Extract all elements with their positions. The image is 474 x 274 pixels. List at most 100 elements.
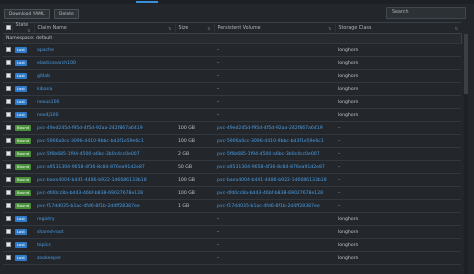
claim-name-link[interactable]: pvc-49ed245d-f95d-4f5d-92aa-242f867a6419 [37, 126, 143, 131]
row-select-cell[interactable] [3, 56, 12, 70]
table-row[interactable]: Lost neo4j100 – longhorn [3, 108, 461, 122]
state-cell: Lost [12, 56, 34, 70]
claim-name-link[interactable]: zookeeper [37, 256, 61, 261]
persistent-volume-cell[interactable]: pvc-49ed245d-f95d-4f5d-92aa-242f867a6419 [214, 121, 335, 135]
table-row[interactable]: Lost shared-root – longhorn [3, 225, 461, 239]
row-checkbox[interactable] [6, 60, 11, 65]
claim-name-link[interactable]: apache [37, 48, 54, 53]
row-select-cell[interactable] [3, 238, 12, 252]
table-row[interactable]: Lost zookeeper – longhorn [3, 251, 461, 265]
active-tab-indicator [136, 1, 158, 3]
row-select-cell[interactable] [3, 108, 12, 122]
row-select-cell[interactable] [3, 160, 12, 174]
row-select-cell[interactable] [3, 43, 12, 57]
row-checkbox[interactable] [6, 112, 11, 117]
row-select-cell[interactable] [3, 251, 12, 265]
claim-name-link[interactable]: topics [37, 243, 51, 248]
row-select-cell[interactable] [3, 95, 12, 109]
table-row[interactable]: Bound pvc-5906a0cc-3096-4410-9bbc-bd3f1e5… [3, 134, 461, 148]
table-row[interactable]: Bound pvc-5f6b685-1f94-4500-a6bc-3b0c4cc0… [3, 147, 461, 161]
column-header-claim-name[interactable]: Claim Name ⇅ [33, 22, 175, 34]
persistent-volume-cell[interactable]: pvc-5f6b685-1f94-4500-a6bc-3b0c4cc0e007 [214, 147, 335, 161]
search-input[interactable]: Search [386, 7, 466, 19]
claim-name-link[interactable]: registry [37, 217, 55, 222]
column-label: Size [178, 25, 189, 31]
row-checkbox[interactable] [6, 255, 11, 260]
delete-button[interactable]: Delete [54, 9, 79, 19]
table-row[interactable]: Bound pvc-49ed245d-f95d-4f5d-92aa-242f867… [3, 121, 461, 135]
row-checkbox[interactable] [6, 229, 11, 234]
column-label: Storage Class [338, 25, 372, 31]
table-row[interactable]: Lost apache – longhorn [3, 43, 461, 57]
persistent-volume-cell[interactable]: pvc-f17dd035-b1ac-4fd6-8f1b-2d4ff28387ee [214, 199, 335, 213]
column-header-state[interactable]: State ⇅ [11, 22, 34, 34]
namespace-label: Namespace: default [3, 33, 462, 44]
select-all-checkbox[interactable] [6, 25, 11, 30]
status-badge: Lost [15, 228, 27, 235]
persistent-volume-cell[interactable]: pvc-5906a0cc-3096-4410-9bbc-bd3f1e59e6c1 [214, 134, 335, 148]
persistent-volume-cell[interactable]: pvc-baea4004-b441-4486-b922-1d6686133b18 [214, 173, 335, 187]
table-row[interactable]: Lost gitlab – longhorn [3, 69, 461, 83]
row-checkbox[interactable] [6, 203, 11, 208]
row-checkbox[interactable] [6, 86, 11, 91]
size-cell: 2 GB [175, 147, 214, 161]
row-select-cell[interactable] [3, 69, 12, 83]
column-header-storage-class[interactable]: Storage Class ⇅ [334, 22, 461, 34]
row-checkbox[interactable] [6, 138, 11, 143]
column-header-size[interactable]: Size ⇅ [174, 22, 214, 34]
claim-name-link[interactable]: pvc-5906a0cc-3096-4410-9bbc-bd3f1e59e6c1 [37, 139, 144, 144]
claim-name-link[interactable]: kibana [37, 87, 52, 92]
row-select-cell[interactable] [3, 147, 12, 161]
state-cell: Bound [12, 199, 34, 213]
table-row[interactable]: Lost topics – longhorn [3, 238, 461, 252]
storage-class-cell: longhorn [335, 212, 461, 226]
row-select-cell[interactable] [3, 225, 12, 239]
claim-name-link[interactable]: pvc-baea4004-b441-4486-b922-1d6686133b18 [37, 178, 147, 183]
row-select-cell[interactable] [3, 121, 12, 135]
row-checkbox[interactable] [6, 99, 11, 104]
table-row[interactable]: Bound pvc-f17dd035-b1ac-4fd6-8f1b-2d4ff28… [3, 199, 461, 213]
persistent-volume-cell[interactable]: pvc-a9531304-9658-4f36-8c84-876ea91d2e87 [214, 160, 335, 174]
row-checkbox[interactable] [6, 125, 11, 130]
row-select-cell[interactable] [3, 186, 12, 200]
status-badge: Lost [15, 215, 27, 222]
download-yaml-button[interactable]: Download YAML [4, 9, 50, 19]
table-row[interactable]: Lost registry – longhorn [3, 212, 461, 226]
row-checkbox[interactable] [6, 242, 11, 247]
scrollbar-thumb[interactable] [464, 34, 468, 94]
claim-name-link[interactable]: pvc-a9531304-9658-4f36-8c84-876ea91d2e87 [37, 165, 145, 170]
row-select-cell[interactable] [3, 199, 12, 213]
table-row[interactable]: Lost elasticsearch100 – longhorn [3, 56, 461, 70]
row-checkbox[interactable] [6, 164, 11, 169]
row-checkbox[interactable] [6, 177, 11, 182]
table-row[interactable]: Bound pvc-a9531304-9658-4f36-8c84-876ea91… [3, 160, 461, 174]
row-select-cell[interactable] [3, 173, 12, 187]
claim-name-link[interactable]: gitlab [37, 74, 50, 79]
row-checkbox[interactable] [6, 216, 11, 221]
row-select-cell[interactable] [3, 82, 12, 96]
column-header-persistent-volume[interactable]: Persistent Volume ⇅ [213, 22, 335, 34]
select-all-header[interactable] [3, 22, 12, 34]
claim-name-link[interactable]: neo4j100 [37, 113, 59, 118]
claim-name-link[interactable]: pvc-dfd0cc8a-bd43-46bf-b838-69027678e128 [37, 191, 143, 196]
table-row[interactable]: Bound pvc-baea4004-b441-4486-b922-1d66861… [3, 173, 461, 187]
row-checkbox[interactable] [6, 47, 11, 52]
table-row[interactable]: Lost kibana – longhorn [3, 82, 461, 96]
persistent-volume-cell[interactable]: pvc-dfd0cc8a-bd43-46bf-b838-69027678e128 [214, 186, 335, 200]
claim-name-link[interactable]: shared-root [37, 230, 64, 235]
table-row[interactable]: Bound pvc-dfd0cc8a-bd43-46bf-b838-6902767… [3, 186, 461, 200]
claim-name-link[interactable]: pvc-5f6b685-1f94-4500-a6bc-3b0c4cc0e007 [37, 152, 140, 157]
claim-name-link[interactable]: pvc-f17dd035-b1ac-4fd6-8f1b-2d4ff28387ee [37, 204, 140, 209]
row-checkbox[interactable] [6, 73, 11, 78]
row-select-cell[interactable] [3, 134, 12, 148]
claim-name-link[interactable]: nexus100 [37, 100, 59, 105]
status-badge: Lost [15, 241, 27, 248]
scrollbar[interactable] [464, 34, 468, 274]
table-row[interactable]: Lost nexus100 – longhorn [3, 95, 461, 109]
row-checkbox[interactable] [6, 190, 11, 195]
claim-name-link[interactable]: elasticsearch100 [37, 61, 76, 66]
sort-icon: ⇅ [207, 25, 211, 31]
row-select-cell[interactable] [3, 212, 12, 226]
row-checkbox[interactable] [6, 151, 11, 156]
size-cell [175, 108, 214, 122]
